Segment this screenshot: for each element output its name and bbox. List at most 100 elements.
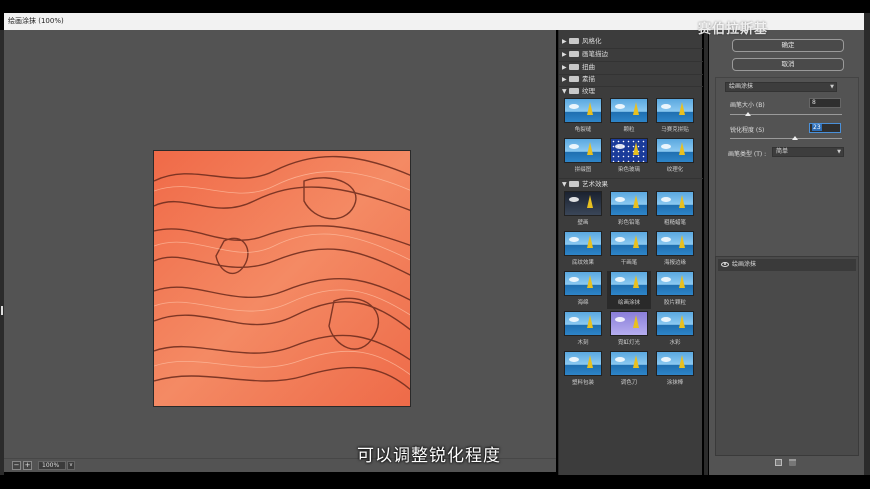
window-title: 绘画涂抹 (100%) — [8, 17, 64, 25]
thumb-image — [610, 98, 648, 123]
zoom-in-button[interactable]: + — [23, 461, 32, 470]
category-artistic[interactable]: ▼ 艺术效果 — [562, 179, 698, 190]
folder-icon — [569, 38, 579, 44]
zoom-out-label: − — [13, 461, 20, 469]
thumb-label: 粗糙蜡笔 — [663, 220, 686, 226]
brush-type-select[interactable]: 简单 ▼ — [772, 147, 844, 157]
thumb-texturizer[interactable]: 纹理化 — [653, 138, 697, 176]
sharpness-value: 23 — [812, 124, 822, 131]
cancel-button-label: 取消 — [781, 60, 795, 68]
new-effect-layer-icon[interactable] — [775, 459, 782, 466]
right-edge — [864, 13, 870, 475]
zoom-level-field[interactable]: 100% — [38, 461, 66, 470]
thumb-paint-daubs-selected[interactable]: 绘画涂抹 — [607, 271, 651, 309]
thumb-image — [656, 311, 694, 336]
sharpness-slider-thumb[interactable] — [791, 136, 798, 140]
thumb-colored-pencil[interactable]: 彩色铅笔 — [607, 191, 651, 229]
ok-button[interactable]: 确定 — [732, 39, 844, 52]
brush-type-label: 画笔类型 (T) : — [728, 151, 767, 158]
thumb-palette-knife[interactable]: 调色刀 — [607, 351, 651, 389]
thumb-smudge-stick[interactable]: 涂抹棒 — [653, 351, 697, 389]
sharpness-label: 锐化程度 (S) — [730, 127, 765, 134]
thumb-poster-edges[interactable]: 海报边缘 — [653, 231, 697, 269]
brush-size-field[interactable]: 8 — [809, 98, 841, 108]
thumb-label: 调色刀 — [620, 380, 638, 386]
folder-icon — [569, 76, 579, 82]
thumb-label: 海报边缘 — [663, 260, 686, 266]
category-texture[interactable]: ▼ 纹理 — [562, 86, 698, 97]
thumb-craquelure[interactable]: 龟裂缝 — [561, 98, 605, 136]
sharpness-slider[interactable] — [730, 138, 842, 139]
category-distort[interactable]: ▶ 扭曲 — [562, 62, 698, 73]
thumb-plastic-wrap[interactable]: 塑料包装 — [561, 351, 605, 389]
chevron-down-icon: ▼ — [837, 149, 841, 155]
brush-size-value: 8 — [812, 99, 816, 106]
gutter-marker — [1, 306, 3, 315]
thumb-label: 涂抹棒 — [666, 380, 684, 386]
folder-open-icon — [569, 88, 579, 94]
effect-layer-row[interactable]: 绘画涂抹 — [718, 259, 856, 271]
thumb-fresco[interactable]: 壁画 — [561, 191, 605, 229]
category-brush-strokes[interactable]: ▶ 画笔描边 — [562, 49, 698, 60]
thumb-film-grain[interactable]: 胶片颗粒 — [653, 271, 697, 309]
thumb-label: 绘画涂抹 — [617, 300, 640, 306]
thumb-stained-glass[interactable]: 染色玻璃 — [607, 138, 651, 176]
category-label: 素描 — [582, 75, 595, 83]
thumb-dry-brush[interactable]: 干画笔 — [607, 231, 651, 269]
preview-canvas[interactable] — [153, 150, 411, 407]
thumb-watercolor[interactable]: 水彩 — [653, 311, 697, 349]
video-letterbox-top — [0, 0, 870, 11]
filter-gallery-panel: ▶ 风格化 ▶ 画笔描边 ▶ 扭曲 ▶ 素描 ▼ 纹理 龟裂缝 颗粒 马赛克拼贴 拼缀图 … — [558, 30, 703, 475]
sharpness-field[interactable]: 23 — [809, 123, 841, 133]
folder-open-icon — [569, 181, 579, 187]
thumb-label: 拼缀图 — [574, 167, 592, 173]
gallery-scrollbar[interactable] — [704, 30, 708, 475]
brush-size-label: 画笔大小 (B) — [730, 102, 765, 109]
thumb-mosaic-tiles[interactable]: 马赛克拼贴 — [653, 98, 697, 136]
zoom-dropdown-button[interactable]: v — [67, 461, 75, 470]
chevron-down-icon: ▼ — [562, 181, 567, 188]
folder-icon — [569, 64, 579, 70]
thumb-grain[interactable]: 颗粒 — [607, 98, 651, 136]
thumb-image — [564, 98, 602, 123]
category-sketch[interactable]: ▶ 素描 — [562, 74, 698, 85]
preview-area[interactable] — [4, 30, 556, 458]
thumb-image — [656, 191, 694, 216]
chevron-down-icon: v — [69, 462, 73, 468]
thumb-patchwork[interactable]: 拼缀图 — [561, 138, 605, 176]
cancel-button[interactable]: 取消 — [732, 58, 844, 71]
thumb-label: 壁画 — [577, 220, 589, 226]
thumb-image — [564, 231, 602, 256]
thumb-image — [564, 311, 602, 336]
thumb-rough-pastels[interactable]: 粗糙蜡笔 — [653, 191, 697, 229]
category-label: 艺术效果 — [582, 180, 608, 188]
eye-icon[interactable] — [721, 262, 729, 267]
zoom-in-label: + — [24, 461, 31, 469]
thumb-sponge[interactable]: 海绵 — [561, 271, 605, 309]
thumb-image — [656, 271, 694, 296]
brush-type-value: 简单 — [776, 148, 789, 155]
thumb-image — [564, 351, 602, 376]
thumb-underpainting[interactable]: 底纹效果 — [561, 231, 605, 269]
category-label: 风格化 — [582, 37, 602, 45]
thumb-neon-glow[interactable]: 霓虹灯光 — [607, 311, 651, 349]
thumb-label: 底纹效果 — [571, 260, 594, 266]
thumb-image — [564, 138, 602, 163]
video-letterbox-bottom — [0, 475, 870, 489]
smudged-texture-image — [154, 151, 410, 406]
chevron-down-icon: ▼ — [562, 88, 567, 95]
category-stylize[interactable]: ▶ 风格化 — [562, 36, 698, 47]
thumb-label: 颗粒 — [623, 127, 635, 133]
trash-icon[interactable] — [789, 459, 796, 466]
thumb-label: 纹理化 — [666, 167, 684, 173]
zoom-out-button[interactable]: − — [12, 461, 21, 470]
thumb-image — [610, 138, 648, 163]
filter-select[interactable]: 绘画涂抹 ▼ — [725, 82, 837, 92]
filter-select-value: 绘画涂抹 — [729, 83, 754, 90]
brush-size-slider-thumb[interactable] — [744, 112, 751, 116]
effect-layer-label: 绘画涂抹 — [732, 261, 757, 268]
chevron-right-icon: ▶ — [562, 76, 567, 83]
thumb-cutout[interactable]: 木刻 — [561, 311, 605, 349]
thumb-label: 彩色铅笔 — [617, 220, 640, 226]
folder-icon — [569, 51, 579, 57]
